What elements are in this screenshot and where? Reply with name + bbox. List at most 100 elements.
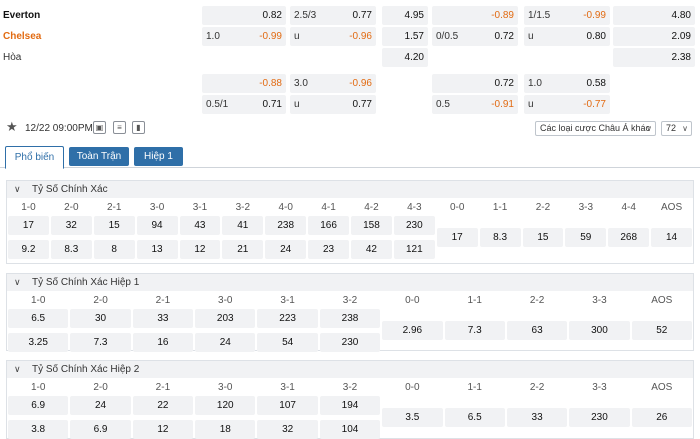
score-odds-cell[interactable]: 52 — [631, 321, 692, 340]
score-odds-cell[interactable]: 223 — [257, 309, 318, 328]
score-odds-cell[interactable]: 8.3 — [50, 240, 92, 259]
score-odds-cell[interactable]: 63 — [506, 321, 568, 340]
score-odds-cell[interactable]: 14 — [651, 228, 692, 247]
odds-cell[interactable]: 4.20 — [382, 48, 428, 67]
odds-cell[interactable]: 4.95 — [382, 6, 428, 25]
score-odds-cell[interactable]: 268 — [608, 228, 650, 247]
odds-cell[interactable]: 1.0 -0.99 — [202, 27, 286, 46]
score-odds-cell[interactable]: 23 — [308, 240, 349, 259]
odds-cell[interactable]: 1.57 — [382, 27, 428, 46]
score-odds-cell[interactable]: 26 — [631, 408, 692, 427]
star-icon[interactable]: ★ — [6, 120, 18, 134]
shirt-icon[interactable]: ▣ — [93, 121, 106, 134]
score-odds-cell[interactable]: 15 — [93, 216, 135, 235]
score-odds-cell[interactable]: 238 — [319, 309, 381, 328]
score-odds-cell[interactable]: 30 — [70, 309, 131, 328]
score-odds-cell[interactable]: 43 — [179, 216, 221, 235]
score-odds-cell[interactable]: 21 — [222, 240, 264, 259]
odds-cell[interactable]: 0.72 — [432, 74, 518, 93]
score-odds-cell[interactable]: 24 — [70, 396, 131, 415]
tab-full-match[interactable]: Toàn Trận — [69, 147, 129, 166]
odds-handicap: 1.0 — [206, 31, 220, 42]
odds-price: -0.88 — [259, 78, 282, 89]
score-odds-cell[interactable]: 6.9 — [8, 396, 69, 415]
score-odds-cell[interactable]: 120 — [195, 396, 256, 415]
odds-cell[interactable]: u -0.96 — [290, 27, 376, 46]
score-odds-cell[interactable]: 300 — [569, 321, 630, 340]
score-odds-cell[interactable]: 6.9 — [70, 420, 131, 439]
tab-popular[interactable]: Phổ biến — [5, 146, 64, 169]
score-odds-cell[interactable]: 17 — [8, 216, 49, 235]
score-odds-cell[interactable]: 166 — [308, 216, 349, 235]
score-odds-cell[interactable]: 24 — [265, 240, 307, 259]
score-odds-cell[interactable]: 121 — [393, 240, 435, 259]
score-odds-cell[interactable]: 104 — [319, 420, 381, 439]
score-odds-cell[interactable]: 194 — [319, 396, 381, 415]
score-odds-cell[interactable]: 42 — [351, 240, 392, 259]
score-odds-cell[interactable]: 16 — [132, 333, 194, 352]
score-odds-cell[interactable]: 33 — [506, 408, 568, 427]
score-odds-cell[interactable]: 15 — [522, 228, 564, 247]
bar-chart-icon[interactable]: ▮ — [132, 121, 145, 134]
score-odds-cell[interactable]: 18 — [195, 420, 256, 439]
score-odds-cell[interactable]: 230 — [393, 216, 435, 235]
score-odds-cell[interactable]: 24 — [195, 333, 256, 352]
odds-price: 0.77 — [352, 99, 372, 110]
score-odds-cell[interactable]: 3.8 — [8, 420, 69, 439]
score-odds-cell[interactable]: 7.3 — [70, 333, 131, 352]
odds-cell[interactable]: 2.09 — [613, 27, 695, 46]
score-label: 1-0 — [30, 382, 46, 393]
odds-cell[interactable]: 1/1.5 -0.99 — [524, 6, 610, 25]
score-odds-cell[interactable]: 94 — [136, 216, 178, 235]
bet-type-select[interactable]: Các loại cược Châu Á khác ∨ — [535, 121, 656, 136]
score-odds-cell[interactable]: 22 — [132, 396, 194, 415]
score-odds-cell[interactable]: 41 — [222, 216, 264, 235]
score-odds-cell[interactable]: 107 — [257, 396, 318, 415]
score-odds-cell[interactable]: 8 — [93, 240, 135, 259]
score-odds-cell[interactable]: 59 — [565, 228, 607, 247]
score-odds-cell[interactable]: 32 — [257, 420, 318, 439]
score-odds-cell[interactable]: 17 — [436, 228, 478, 247]
odds-cell[interactable]: -0.88 — [202, 74, 286, 93]
score-odds-cell[interactable]: 9.2 — [8, 240, 49, 259]
odds-cell[interactable]: 0.82 — [202, 6, 286, 25]
score-odds-cell[interactable]: 54 — [257, 333, 318, 352]
stats-list-icon[interactable]: ≡ — [113, 121, 126, 134]
score-odds-cell[interactable]: 32 — [50, 216, 92, 235]
score-odds-cell[interactable]: 6.5 — [444, 408, 505, 427]
score-column: 2-2 63 — [506, 274, 568, 350]
score-odds-cell[interactable]: 8.3 — [479, 228, 521, 247]
score-odds-cell[interactable]: 203 — [195, 309, 256, 328]
odds-cell[interactable]: u 0.77 — [290, 95, 376, 114]
odds-cell[interactable]: 0.5 -0.91 — [432, 95, 518, 114]
score-odds-cell[interactable]: 158 — [351, 216, 392, 235]
score-label: 3-0 — [149, 202, 165, 213]
score-odds-cell[interactable]: 6.5 — [8, 309, 69, 328]
odds-cell[interactable]: u -0.77 — [524, 95, 610, 114]
score-odds-cell[interactable]: 3.25 — [8, 333, 69, 352]
score-odds-cell[interactable]: 33 — [132, 309, 194, 328]
odds-cell[interactable]: 2.38 — [613, 48, 695, 67]
score-odds-cell[interactable]: 12 — [132, 420, 194, 439]
odds-cell[interactable]: 4.80 — [613, 6, 695, 25]
score-odds-cell[interactable]: 13 — [136, 240, 178, 259]
odds-cell[interactable]: 2.5/3 0.77 — [290, 6, 376, 25]
odds-cell[interactable]: 0.5/1 0.71 — [202, 95, 286, 114]
odds-handicap: u — [294, 31, 300, 42]
odds-cell[interactable]: 1.0 0.58 — [524, 74, 610, 93]
score-odds-cell[interactable]: 2.96 — [382, 321, 443, 340]
score-odds-cell[interactable]: 12 — [179, 240, 221, 259]
score-odds-cell[interactable]: 7.3 — [444, 321, 505, 340]
odds-cell[interactable]: 0/0.5 0.72 — [432, 27, 518, 46]
score-odds-cell[interactable]: 3.5 — [382, 408, 443, 427]
score-odds-cell[interactable]: 230 — [319, 333, 381, 352]
score-label: 2-1 — [155, 295, 171, 306]
count-select[interactable]: 72 ∨ — [661, 121, 692, 136]
score-odds-cell[interactable]: 230 — [569, 408, 630, 427]
score-odds-cell[interactable]: 238 — [265, 216, 307, 235]
odds-cell[interactable]: u 0.80 — [524, 27, 610, 46]
odds-cell[interactable]: 3.0 -0.96 — [290, 74, 376, 93]
odds-cell[interactable]: -0.89 — [432, 6, 518, 25]
score-column: 3-1 107 32 — [256, 361, 318, 439]
tab-first-half[interactable]: Hiệp 1 — [134, 147, 183, 166]
